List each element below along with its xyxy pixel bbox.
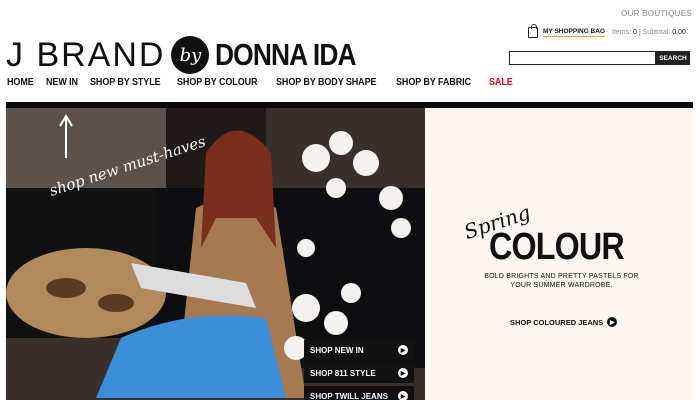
- nav-shop-by-body-shape[interactable]: SHOP BY BODY SHAPE: [276, 77, 377, 88]
- promo-subtitle: BOLD BRIGHTS AND PRETTY PASTELS FOR YOUR…: [484, 273, 639, 289]
- shop-twill-jeans-label: SHOP TWILL JEANS: [310, 391, 388, 400]
- nav-sale[interactable]: SALE: [489, 77, 513, 88]
- logo-donna-ida: DONNA IDA: [215, 37, 357, 72]
- shop-twill-jeans-button[interactable]: SHOP TWILL JEANS ▶: [304, 386, 414, 400]
- arrow-right-icon: ▶: [398, 345, 408, 355]
- shop-coloured-jeans-label: SHOP COLOURED JEANS: [510, 317, 604, 327]
- promo-panel[interactable]: Spring COLOUR BOLD BRIGHTS AND PRETTY PA…: [425, 108, 693, 400]
- shop-811-style-label: SHOP 811 STYLE: [310, 368, 376, 378]
- shop-811-style-button[interactable]: SHOP 811 STYLE ▶: [304, 363, 414, 383]
- logo[interactable]: J BRAND by DONNA IDA: [6, 36, 381, 74]
- search-bar: SEARCH: [509, 51, 690, 65]
- nav-shop-by-colour[interactable]: SHOP BY COLOUR: [177, 77, 258, 88]
- nav-home[interactable]: HOME: [7, 77, 34, 88]
- hero-image[interactable]: shop new must-haves SHOP NEW IN ▶ SHOP 8…: [6, 108, 425, 400]
- logo-jbrand: J BRAND: [6, 36, 166, 74]
- items-count: 0: [633, 29, 637, 36]
- main-nav: HOME NEW IN SHOP BY STYLE SHOP BY COLOUR…: [7, 77, 515, 88]
- arrow-right-icon: ▶: [398, 368, 408, 378]
- shopping-bag-icon: [528, 24, 538, 38]
- search-button[interactable]: SEARCH: [656, 51, 690, 65]
- nav-shop-by-style[interactable]: SHOP BY STYLE: [90, 77, 161, 88]
- arrow-right-icon: ▶: [607, 317, 618, 327]
- cart-summary: Items: 0 | Subtotal: 0.00: [612, 29, 686, 36]
- shop-new-in-label: SHOP NEW IN: [310, 345, 364, 355]
- logo-by-circle: by: [171, 36, 210, 74]
- our-boutiques-link[interactable]: OUR BOUTIQUES: [621, 9, 692, 18]
- nav-new-in[interactable]: NEW IN: [46, 77, 78, 88]
- arrow-right-icon: ▶: [398, 391, 408, 400]
- shopping-bag-link[interactable]: MY SHOPPING BAG: [528, 24, 606, 38]
- subtotal-label: Subtotal:: [642, 29, 671, 36]
- promo-title: COLOUR: [489, 226, 625, 268]
- shop-coloured-jeans-link[interactable]: SHOP COLOURED JEANS ▶: [510, 317, 618, 327]
- subtotal-value: 0.00: [672, 29, 686, 36]
- items-label: Items:: [612, 29, 632, 36]
- shopping-bag-label: MY SHOPPING BAG: [543, 28, 606, 37]
- shop-new-in-button[interactable]: SHOP NEW IN ▶: [304, 340, 414, 360]
- search-input[interactable]: [509, 51, 656, 65]
- nav-shop-by-fabric[interactable]: SHOP BY FABRIC: [396, 77, 471, 88]
